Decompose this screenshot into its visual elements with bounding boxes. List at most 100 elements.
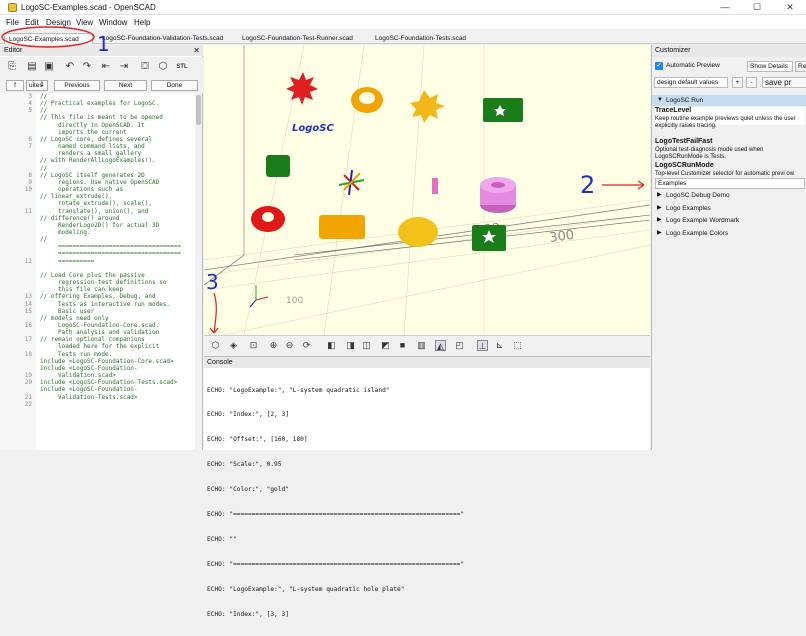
close-window-button[interactable]: ✕	[784, 1, 796, 13]
view-back-icon[interactable]: ▥	[416, 340, 427, 351]
find-previous-button[interactable]: Previous	[54, 80, 100, 91]
automatic-preview-checkbox[interactable]: ✓	[655, 62, 663, 70]
customizer-panel: Customizer ✓ Automatic Preview Show Deta…	[651, 45, 806, 450]
menu-help[interactable]: Help	[134, 18, 150, 27]
tab-test-runner[interactable]: LogoSC-Foundation-Test-Runner.scad	[238, 33, 357, 44]
add-preset-button[interactable]: +	[732, 77, 743, 88]
editor-toolbar: ⎘ ▤ ▣ ↶ ↷ ⇤ ⇥ ⛋ ⬡ STL	[0, 57, 203, 79]
find-count: 1	[40, 81, 44, 88]
menu-bar: File Edit Design View Window Help	[0, 15, 806, 29]
minimize-button[interactable]: —	[719, 1, 731, 13]
pink-bar	[432, 178, 438, 194]
console-output: ECHO: "LogoExample:", "L-system quadrati…	[207, 370, 464, 636]
preview-view-icon[interactable]: ⬡	[210, 340, 221, 351]
annotation-number-3: 3	[206, 270, 219, 294]
section-logo-example-wordmark[interactable]: ▶ Logo Example Wordmark	[652, 215, 806, 226]
gold-disc-1-hole	[359, 92, 375, 104]
customizer-header: Customizer	[652, 45, 806, 57]
orthogonal-icon[interactable]: ◰	[454, 340, 465, 351]
open-file-icon[interactable]: ▤	[26, 61, 38, 73]
section-logo-examples[interactable]: ▶ Logo Examples	[652, 203, 806, 214]
zoom-out-icon[interactable]: ⊖	[284, 340, 295, 351]
view-bottom-icon[interactable]: ◫	[361, 340, 372, 351]
render-icon[interactable]: ⬡	[157, 61, 169, 73]
green-cube	[266, 155, 290, 177]
console-line: ECHO: "Offset:", [160, 180]	[207, 436, 308, 444]
param-tracelevel-name: TraceLevel	[655, 107, 692, 114]
chevron-right-icon: ▶	[657, 230, 662, 236]
annotation-number-1: 1	[97, 32, 110, 54]
code-text[interactable]: // // Practical examples for LogoSC. // …	[40, 93, 195, 401]
find-done-button[interactable]: Done	[151, 80, 198, 91]
render-view-icon[interactable]: ◈	[228, 340, 239, 351]
save-file-icon[interactable]: ▣	[43, 61, 55, 73]
openscad-app-icon	[8, 3, 17, 12]
view-front-icon[interactable]: ■	[397, 340, 408, 351]
param-runmode-name: LogoSCRunMode	[655, 162, 714, 169]
editor-close-icon[interactable]: ✕	[193, 45, 200, 56]
remove-preset-button[interactable]: -	[746, 77, 757, 88]
view-top-icon[interactable]: ◨	[345, 340, 356, 351]
redo-icon[interactable]: ↷	[81, 61, 93, 73]
unindent-icon[interactable]: ⇤	[100, 61, 112, 73]
window-title: LogoSC-Examples.scad - OpenSCAD	[21, 3, 156, 12]
console-line: ECHO: "Color:", "gold"	[207, 486, 289, 494]
view-toolbar: ⬡ ◈ ⊡ ⊕ ⊖ ⟳ ◧ ◨ ◫ ◩ ■ ▥ ◭ ◰ ⊥ ⊾ ⬚	[204, 335, 650, 355]
title-bar: LogoSC-Examples.scad - OpenSCAD — ☐ ✕	[0, 0, 806, 15]
section-label: Logo Example Wordmark	[666, 217, 740, 224]
find-next-button[interactable]: Next	[104, 80, 147, 91]
console-line: ECHO: "LogoExample:", "L-system quadrati…	[207, 585, 405, 593]
perspective-icon[interactable]: ◭	[435, 340, 446, 351]
pink-spring-hole	[491, 182, 505, 188]
console-panel: Console ECHO: "LogoExample:", "L-system …	[204, 356, 650, 618]
param-runmode-desc: Top-level Customizer selector for automa…	[655, 171, 795, 177]
show-scale-markers-icon[interactable]: ⊾	[494, 340, 505, 351]
console-line: ECHO: "Index:", [3, 3]	[207, 610, 289, 618]
annotation-number-2: 2	[580, 171, 595, 199]
editor-panel: Editor ✕ ⎘ ▤ ▣ ↶ ↷ ⇤ ⇥ ⛋ ⬡ STL f uites 1…	[0, 45, 203, 450]
view-right-icon[interactable]: ◧	[326, 340, 337, 351]
view-all-icon[interactable]: ⊡	[248, 340, 259, 351]
editor-scroll-thumb[interactable]	[196, 95, 201, 125]
reset-button[interactable]: Rese	[795, 61, 806, 72]
red-ring-hole	[262, 212, 274, 222]
snowflake-fractal	[410, 90, 445, 123]
section-logosc-run[interactable]: ▼ LogoSC Run	[652, 95, 806, 106]
save-preset-button[interactable]: save pr	[762, 77, 806, 88]
preset-select[interactable]: design default values	[654, 77, 728, 88]
indent-icon[interactable]: ⇥	[118, 61, 130, 73]
chevron-down-icon: ▼	[657, 97, 663, 103]
show-axes-icon[interactable]: ⊥	[477, 340, 488, 351]
console-line: ECHO: "LogoExample:", "L-system quadrati…	[207, 386, 390, 394]
section-logo-example-colors[interactable]: ▶ Logo Example Colors	[652, 228, 806, 239]
section-label: LogoSC Debug Demo	[666, 192, 730, 199]
preview-icon[interactable]: ⛋	[139, 61, 151, 73]
show-edges-icon[interactable]: ⬚	[512, 340, 523, 351]
section-label: LogoSC Run	[666, 97, 704, 104]
find-mode-select[interactable]: f	[6, 80, 24, 91]
section-label: Logo Example Colors	[666, 230, 729, 237]
new-file-icon[interactable]: ⎘	[6, 61, 18, 73]
param-tracelevel-desc: Keep routine example previews quiet unle…	[655, 116, 796, 129]
export-stl-icon[interactable]: STL	[176, 61, 188, 73]
section-debug-demo[interactable]: ▶ LogoSC Debug Demo	[652, 190, 806, 201]
maximize-button[interactable]: ☐	[751, 1, 763, 13]
param-failfast-name: LogoTestFailFast	[655, 138, 713, 145]
console-line: ECHO: "Scale:", 0.95	[207, 461, 282, 469]
editor-scrollbar[interactable]	[195, 93, 202, 450]
3d-viewport[interactable]: 100 200 300 100 LogoSC	[204, 45, 650, 335]
param-failfast-desc: Optional test-diagnosis mode used when L…	[655, 147, 764, 160]
section-label: Logo Examples	[666, 205, 711, 212]
reset-view-icon[interactable]: ⟳	[301, 340, 312, 351]
show-details-select[interactable]: Show Details	[747, 61, 793, 72]
undo-icon[interactable]: ↶	[64, 61, 76, 73]
tab-foundation-tests[interactable]: LogoSC-Foundation-Tests.scad	[371, 33, 470, 44]
axis-label-300: 300	[548, 228, 575, 246]
zoom-in-icon[interactable]: ⊕	[268, 340, 279, 351]
view-left-icon[interactable]: ◩	[380, 340, 391, 351]
code-editor[interactable]: 3 4 5 6 7 8 9 10 11 12 13 14 15 16 17 18…	[0, 93, 203, 450]
runmode-select[interactable]: Examples	[655, 178, 805, 189]
viewport-canvas: 100 200 300 100 LogoSC	[204, 45, 650, 335]
console-line: ECHO: ""	[207, 535, 237, 543]
gold-disc-2	[398, 217, 438, 247]
